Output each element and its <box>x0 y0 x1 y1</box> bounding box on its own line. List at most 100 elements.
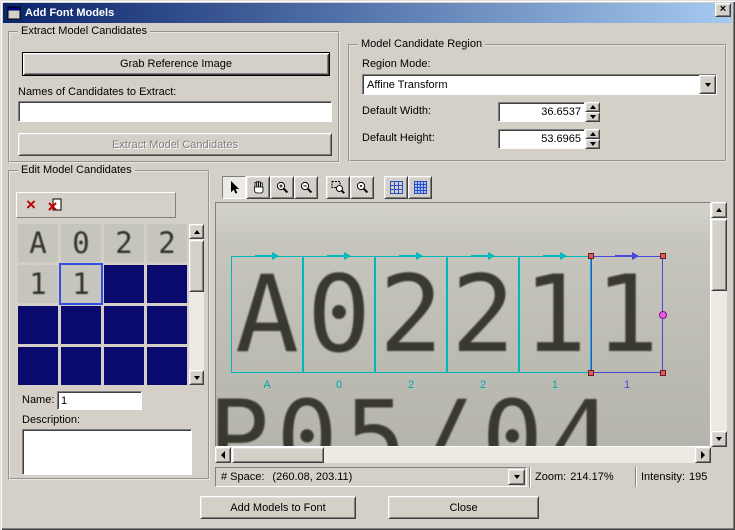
character-glyph: 1 <box>523 252 587 376</box>
spin-up-icon[interactable] <box>585 129 600 139</box>
region-mode-label: Region Mode: <box>362 58 431 70</box>
delete-candidate-button[interactable]: × <box>20 194 42 216</box>
character-glyph: 1 <box>595 252 659 376</box>
candidate-names-input[interactable] <box>18 101 332 122</box>
zoom-in-button[interactable] <box>270 176 294 199</box>
candidate-cell[interactable]: 1 <box>61 265 101 303</box>
region-mode-select[interactable]: Affine Transform <box>362 74 717 95</box>
candidate-name-input[interactable] <box>57 391 142 410</box>
candidate-cell[interactable]: 2 <box>147 224 187 262</box>
intensity-label: Intensity: <box>641 471 686 483</box>
grid-lines-button[interactable] <box>384 176 408 199</box>
default-width-label: Default Width: <box>362 105 432 117</box>
pan-tool-button[interactable] <box>246 176 270 199</box>
grid-cells-button[interactable] <box>408 176 432 199</box>
hand-icon <box>253 181 263 194</box>
default-height-spinner <box>585 129 600 149</box>
canvas-vscrollbar[interactable] <box>711 202 727 447</box>
scroll-right-icon[interactable] <box>695 447 711 463</box>
spin-down-icon[interactable] <box>585 139 600 149</box>
candidate-cell-empty[interactable] <box>147 347 187 385</box>
candidate-cell-empty[interactable] <box>61 347 101 385</box>
delete-all-icon <box>48 198 62 211</box>
zoom-fit-button[interactable] <box>350 176 374 199</box>
candidate-cell-empty[interactable] <box>147 306 187 344</box>
scrollbar-thumb[interactable] <box>711 219 727 291</box>
extract-candidates-button[interactable]: Extract Model Candidates <box>18 133 332 156</box>
partial-text-row: P05/04 <box>215 379 619 447</box>
candidate-cell-empty[interactable] <box>104 306 144 344</box>
description-textarea[interactable] <box>22 429 192 475</box>
default-width-spinner <box>585 102 600 122</box>
candidate-cell[interactable]: 2 <box>104 224 144 262</box>
chevron-down-icon[interactable] <box>699 75 716 94</box>
candidate-cell[interactable]: A <box>18 224 58 262</box>
candidate-cell-empty[interactable] <box>18 347 58 385</box>
candidate-grid: A02211 <box>18 224 187 385</box>
grid-cells-icon <box>413 181 427 194</box>
space-label: # Space: <box>221 471 265 483</box>
candidate-cell-empty[interactable] <box>104 265 144 303</box>
add-models-to-font-button[interactable]: Add Models to Font <box>200 496 356 519</box>
model-region-3[interactable]: 2 <box>375 252 447 373</box>
edit-toolbar: × <box>16 192 176 218</box>
zoom-out-button[interactable] <box>294 176 318 199</box>
default-width-input[interactable]: 36.6537 <box>498 102 585 122</box>
scroll-up-icon[interactable] <box>711 202 727 218</box>
default-height-label: Default Height: <box>362 132 435 144</box>
character-glyph: 0 <box>307 252 371 376</box>
candidate-cell-empty[interactable] <box>147 265 187 303</box>
zoom-region-button[interactable] <box>326 176 350 199</box>
grab-reference-image-button[interactable]: Grab Reference Image <box>22 52 330 76</box>
image-canvas[interactable]: P05/04 AA0022221111 <box>215 202 711 447</box>
scroll-left-icon[interactable] <box>215 447 231 463</box>
spin-up-icon[interactable] <box>585 102 600 112</box>
close-glyph: × <box>719 3 727 15</box>
default-height-input[interactable]: 53.6965 <box>498 129 585 149</box>
scroll-up-icon[interactable] <box>189 224 204 239</box>
scroll-down-icon[interactable] <box>189 370 204 385</box>
description-label: Description: <box>22 414 81 426</box>
region-label: 2 <box>407 379 415 391</box>
chevron-down-icon[interactable] <box>508 469 525 485</box>
resize-handle-br[interactable] <box>660 370 666 376</box>
resize-handle-tr[interactable] <box>660 253 666 259</box>
candidate-cell-empty[interactable] <box>18 306 58 344</box>
candidate-cell-empty[interactable] <box>61 306 101 344</box>
model-region-5[interactable]: 1 <box>519 252 591 376</box>
delete-x-icon: × <box>26 195 36 214</box>
titlebar[interactable]: Add Font Models <box>3 3 732 23</box>
model-region-4[interactable]: 2 <box>447 252 519 373</box>
model-region-1[interactable]: A <box>231 252 303 376</box>
close-icon[interactable]: × <box>715 3 731 17</box>
space-combo[interactable]: # Space: (260.08, 203.11) <box>215 467 527 487</box>
candidate-glyph: 1 <box>29 267 47 301</box>
region-group-title: Model Candidate Region <box>358 38 486 50</box>
model-region-6[interactable]: 1 <box>588 252 667 376</box>
grab-button-label: Grab Reference Image <box>120 58 232 70</box>
candidate-grid-scrollbar[interactable] <box>189 224 204 385</box>
space-value: (260.08, 203.11) <box>272 471 353 483</box>
canvas-hscrollbar[interactable] <box>215 447 711 463</box>
model-region-2[interactable]: 0 <box>303 252 375 376</box>
resize-handle-tl[interactable] <box>588 253 594 259</box>
zoom-out-icon <box>300 181 312 194</box>
delete-all-candidates-button[interactable] <box>44 194 66 216</box>
candidate-cell[interactable]: 0 <box>61 224 101 262</box>
close-button[interactable]: Close <box>388 496 539 519</box>
zoom-label: Zoom: <box>535 471 567 483</box>
scrollbar-thumb[interactable] <box>189 240 204 292</box>
zoom-region-icon <box>331 181 345 194</box>
pointer-icon <box>230 181 239 194</box>
pointer-tool-button[interactable] <box>222 176 246 199</box>
zoom-status: Zoom: 214.17% <box>529 467 633 487</box>
character-glyph: A <box>235 252 299 376</box>
candidate-cell-empty[interactable] <box>104 347 144 385</box>
resize-handle-bl[interactable] <box>588 370 594 376</box>
rotate-handle[interactable] <box>659 310 667 319</box>
candidate-cell[interactable]: 1 <box>18 265 58 303</box>
scrollbar-thumb[interactable] <box>232 447 324 463</box>
spin-down-icon[interactable] <box>585 112 600 122</box>
scroll-down-icon[interactable] <box>711 431 727 447</box>
intensity-status: Intensity: 195 <box>635 467 727 487</box>
